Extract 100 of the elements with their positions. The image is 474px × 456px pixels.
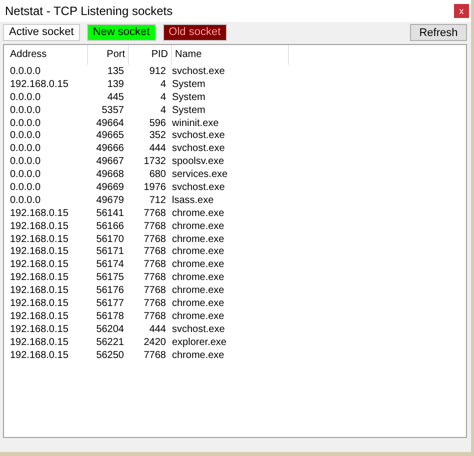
- table-cell-text: 135: [106, 66, 125, 77]
- table-cell-text: 49665: [95, 130, 125, 142]
- table-cell-text: 4: [159, 92, 167, 103]
- table-cell-text: 0.0.0.0: [9, 130, 42, 142]
- table-cell-text: 0.0.0.0: [9, 194, 42, 206]
- column-header[interactable]: Address: [7, 45, 88, 65]
- legend-label: Old socket: [162, 24, 227, 41]
- table-cell-text: 0.0.0.0: [9, 92, 42, 103]
- table-cell-text: 712: [148, 194, 167, 206]
- table-cell-text: 192.168.0.15: [9, 310, 70, 322]
- table-cell-text: 56177: [95, 298, 125, 309]
- legend-label: Active socket: [3, 24, 80, 41]
- table-cell-text: 680: [148, 169, 167, 180]
- table-cell-text: 4: [159, 78, 167, 90]
- table-cell-text: svchost.exe: [171, 143, 226, 154]
- table-cell-text: 56221: [95, 336, 125, 348]
- table-cell-text: 1976: [142, 182, 167, 193]
- table-cell-text: 56176: [95, 285, 125, 296]
- table-cell-text: 7768: [142, 285, 167, 296]
- table-cell-text: 0.0.0.0: [9, 143, 42, 154]
- table-cell-text: 56141: [95, 208, 125, 219]
- table-cell-text: 56170: [95, 234, 125, 245]
- table-cell-text: explorer.exe: [171, 336, 228, 348]
- table-cell-text: 0.0.0.0: [9, 182, 42, 193]
- table-cell-text: 192.168.0.15: [9, 246, 70, 258]
- table-cell-text: 7768: [142, 220, 167, 232]
- table-cell-text: 445: [106, 92, 125, 103]
- table-cell-text: 49669: [95, 182, 125, 193]
- table-cell-text: 139: [106, 78, 125, 90]
- table-cell-text: 596: [148, 118, 167, 128]
- table-cell-text: chrome.exe: [171, 259, 226, 270]
- table-cell-text: 7768: [142, 350, 167, 361]
- table-cell-text: 56178: [95, 310, 125, 322]
- table-cell-text: 1732: [142, 156, 167, 168]
- table-cell-text: 192.168.0.15: [9, 234, 70, 245]
- table-cell-text: 7768: [142, 246, 167, 258]
- table-cell-text: 192.168.0.15: [9, 350, 70, 361]
- table-cell-text: System: [171, 78, 206, 90]
- column-header[interactable]: Name: [172, 45, 289, 65]
- table-cell-text: 56166: [95, 220, 125, 232]
- window-title: Netstat - TCP Listening sockets: [5, 4, 174, 18]
- table-cell-text: chrome.exe: [171, 246, 226, 258]
- table-cell-text: 192.168.0.15: [9, 336, 70, 348]
- table-cell-text: 912: [148, 66, 167, 77]
- table-cell-text: 49668: [95, 169, 125, 180]
- table-cell-text: 7768: [142, 234, 167, 245]
- table-cell-text: 192.168.0.15: [9, 285, 70, 296]
- table-cell-text: 0.0.0.0: [9, 66, 42, 77]
- close-button[interactable]: x: [454, 4, 469, 18]
- table-cell-text: System: [171, 104, 206, 116]
- table-cell-text: chrome.exe: [171, 350, 226, 361]
- table-cell-text: 2420: [142, 336, 167, 348]
- table-cell-text: svchost.exe: [171, 324, 226, 335]
- table-cell-text: 7768: [142, 310, 167, 322]
- table-cell-text: 7768: [142, 259, 167, 270]
- column-header[interactable]: Port: [88, 45, 129, 65]
- table-cell-text: 444: [148, 324, 167, 335]
- table-cell-text: lsass.exe: [171, 194, 215, 206]
- table-cell-text: 56171: [95, 246, 125, 258]
- table-cell-text: chrome.exe: [171, 285, 226, 296]
- table-cell-text: 192.168.0.15: [9, 298, 70, 309]
- table-cell-text: 4: [159, 104, 167, 116]
- table-cell-text: System: [171, 92, 206, 103]
- table-cell-text: 0.0.0.0: [9, 169, 42, 180]
- table-cell-text: 352: [148, 130, 167, 142]
- table-cell-text: 192.168.0.15: [9, 208, 70, 219]
- table-cell-text: 49664: [95, 118, 125, 128]
- table-cell-text: svchost.exe: [171, 130, 226, 142]
- table-cell-text: 192.168.0.15: [9, 272, 70, 284]
- table-cell-text: 49679: [95, 194, 125, 206]
- table-cell-text: 192.168.0.15: [9, 78, 70, 90]
- table-cell-text: svchost.exe: [171, 182, 226, 193]
- table-cell-text: services.exe: [171, 169, 229, 180]
- table-cell-text: spoolsv.exe: [171, 156, 226, 168]
- table-cell-text: 56250: [95, 350, 125, 361]
- table-cell-text: 0.0.0.0: [9, 156, 42, 168]
- table-cell-text: wininit.exe: [171, 118, 220, 128]
- table-cell-text: chrome.exe: [171, 310, 226, 322]
- table-cell-text: 49667: [95, 156, 125, 168]
- table-cell-text: 7768: [142, 298, 167, 309]
- table-cell-text: 7768: [142, 272, 167, 284]
- table-cell-text: 56174: [95, 259, 125, 270]
- table-cell-text: 0.0.0.0: [9, 104, 42, 116]
- column-header[interactable]: PID: [129, 45, 172, 65]
- table-cell-text: 5357: [100, 104, 125, 116]
- table-cell-text: chrome.exe: [171, 272, 226, 284]
- table-cell-text: 56175: [95, 272, 125, 284]
- table-cell-text: 56204: [95, 324, 125, 335]
- table-cell-text: chrome.exe: [171, 208, 226, 219]
- table-cell-text: chrome.exe: [171, 234, 226, 245]
- table-cell-text: 192.168.0.15: [9, 324, 70, 335]
- refresh-button[interactable]: Refresh: [410, 24, 467, 41]
- table-cell-text: 192.168.0.15: [9, 220, 70, 232]
- table-cell-text: 192.168.0.15: [9, 259, 70, 270]
- table-cell-text: svchost.exe: [171, 66, 226, 77]
- table-cell-text: 444: [148, 143, 167, 154]
- legend-label: New socket: [86, 24, 156, 41]
- table-cell-text: 49666: [95, 143, 125, 154]
- table-cell-text: 7768: [142, 208, 167, 219]
- table-cell-text: chrome.exe: [171, 298, 226, 309]
